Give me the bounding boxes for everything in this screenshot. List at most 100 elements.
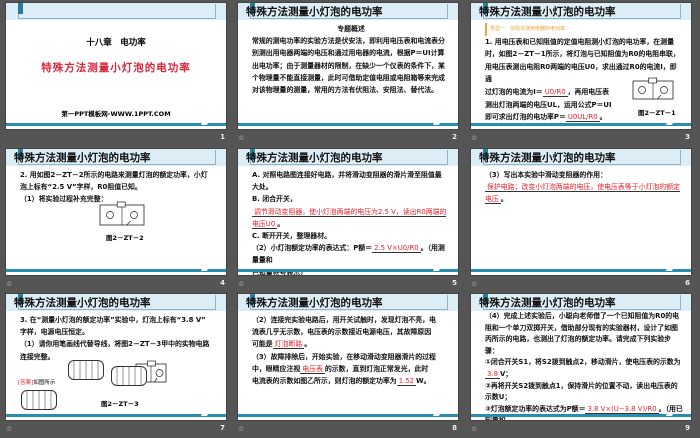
line-text: C. 断开开关，整理器材。 — [252, 232, 331, 241]
answer-text: 灯泡断路 — [272, 340, 305, 350]
line-text: 泡上标有“2.5 V”字样，R0阻值已知。 — [20, 183, 142, 192]
text-line: 流表几乎无示数，电压表的示数接近电源电压，其故障原因 — [252, 326, 450, 338]
slide-thumbnail-5[interactable]: 特殊方法测量小灯泡的电功率 A. 对照电路图连接好电路，并将滑动变阻器的滑片滑至阻… — [237, 148, 459, 276]
text-line: 电流表的示数如图乙所示，则灯泡的额定功率为 1.52 W。 — [252, 375, 450, 387]
slide-thumbnail-cell: 特殊方法测量小灯泡的电功率 （3）写出本实验中滑动变阻器的作用： 保护电路；改变小… — [467, 146, 694, 291]
line-text: 流表几乎无示数，电压表的示数接近电源电压，其故障原因 — [252, 328, 432, 337]
text-line: ②再将开关S2拨到触点1，保持滑片的位置不动，读出电压表的 — [485, 381, 683, 393]
text-line: 别测出用电器两端的电压和通过用电器的电流，根据P＝UI计算 — [252, 47, 450, 59]
slide-header-band: 特殊方法测量小灯泡的电功率 — [471, 294, 691, 311]
text-line: ③灯泡额定功率的表达式为P额＝ 3.8 V×(U−3.8 V)/R0 。（用已知量和 — [485, 404, 683, 420]
slide-number: 7 — [220, 424, 225, 432]
slide-thumbnail-9[interactable]: 特殊方法测量小灯泡的电功率 （4）完成上述实验后，小聪向老师借了一个已知阻值为R0… — [470, 293, 692, 421]
slide-title: 特殊方法测量小灯泡的电功率 — [479, 152, 616, 164]
text-line: （4）完成上述实验后，小聪向老师借了一个已知阻值为R0的电 — [485, 311, 683, 323]
line-text: 丙所示的电路，也测出了灯泡的额定功率。请完成下列实验步骤： — [485, 335, 672, 355]
slide-footer-bar — [238, 269, 458, 272]
apparatus-drawing — [68, 360, 104, 380]
answer-text: U0/R0 — [542, 87, 568, 97]
star-icon[interactable]: ☆ — [471, 134, 477, 142]
line-text: ②再将开关S2拨到触点1，保持滑片的位置不动，读出电压表的 — [485, 381, 678, 390]
line-text: （2）小灯泡额定功率的表达式：P额＝ — [252, 244, 373, 253]
text-line: （2）小灯泡额定功率的表达式：P额＝ 2.5 V×U0/R0 。（用测量量和 — [252, 242, 450, 266]
text-line: A. 对照电路图连接好电路，并将滑动变阻器的滑片滑至阻值最 — [252, 169, 450, 181]
text-line: 泡上标有“2.5 V”字样，R0阻值已知。 — [20, 181, 218, 193]
line-text: W。 — [416, 377, 431, 386]
slide-thumbnail-1[interactable]: 十八章 电功率 特殊方法测量小灯泡的电功率 第一PPT模板网-WWW.1PPT.CO… — [5, 2, 227, 130]
line-text: 别测出用电器两端的电压和通过用电器的电流，根据P＝UI计算 — [252, 49, 445, 58]
slide-number: 6 — [685, 279, 690, 287]
slide-thumbnail-8[interactable]: 特殊方法测量小灯泡的电功率 （2）连接完实验电路后，用开关试触时，发现灯泡不亮，… — [237, 293, 459, 421]
slide-body: （4）完成上述实验后，小聪向老师借了一个已知阻值为R0的电 阻和一个单刀双掷开关，… — [485, 311, 683, 420]
slide-footer-bar — [6, 123, 226, 126]
star-icon[interactable]: ☆ — [6, 425, 12, 433]
line-text: ③灯泡额定功率的表达式为P额＝ — [485, 404, 586, 413]
slide-thumbnail-7[interactable]: 特殊方法测量小灯泡的电功率 3. 在“测量小灯泡的额定功率”实验中，灯泡上标有“3… — [5, 293, 227, 421]
line-text: （2）连接完实验电路后，用开关试触时，发现灯泡不亮，电 — [252, 316, 436, 324]
slide-header-band: 特殊方法测量小灯泡的电功率 — [471, 149, 691, 166]
answer-text: 2.5 V×U0/R0 — [372, 244, 421, 254]
answer-text: 保护电路；改变小灯泡两端的电压，使电压表等于小灯泡的额定电压 — [485, 183, 680, 205]
text-line: 调节滑动变阻器，使小灯泡两端的电压为2.5 V，读出R0两端的电压U0。 — [252, 206, 450, 230]
thumbnail-footer: ☆ 5 — [234, 279, 461, 291]
star-icon[interactable]: ☆ — [471, 425, 477, 433]
line-text: ，再用电压表 — [567, 87, 609, 96]
slide-number: 2 — [452, 133, 457, 141]
line-text: 阻和一个单刀双掷开关，借助部分现有的实验器材，设计了如图 — [485, 323, 678, 332]
answer-text: 3.8 V×(U−3.8 V)/R0 — [585, 404, 659, 414]
slide-thumbnail-cell: 特殊方法测量小灯泡的电功率 类型一 伏阻法测用电器的电功率 1. 用电压表和已知阻值… — [467, 0, 694, 145]
slide-number: 5 — [452, 279, 457, 287]
answer-text: 如图所示 — [33, 380, 56, 386]
line-text: 。 — [277, 219, 285, 228]
slide-thumbnail-3[interactable]: 特殊方法测量小灯泡的电功率 类型一 伏阻法测用电器的电功率 1. 用电压表和已知阻值… — [470, 2, 692, 130]
line-text: （3）故障排除后，开始实验，在移动滑动变阻器滑片的过程 — [252, 352, 436, 361]
text-line: （2）连接完实验电路后，用开关试触时，发现灯泡不亮，电 — [252, 314, 450, 326]
slide-footer-bar — [6, 269, 226, 272]
text-line: 专题概述 — [252, 23, 450, 35]
slide-thumbnail-cell: 特殊方法测量小灯泡的电功率 A. 对照电路图连接好电路，并将滑动变阻器的滑片滑至阻… — [234, 146, 461, 291]
header-accent-mark — [18, 3, 23, 14]
figure-caption: 图2－ZT－1 — [638, 109, 676, 117]
circuit-diagram — [99, 201, 145, 226]
line-text: 连接完整。 — [20, 352, 55, 361]
line-text: 大处。 — [252, 183, 273, 192]
line-text: V； — [499, 369, 513, 378]
line-text: 电流表的示数如图乙所示，则灯泡的额定功率为 — [252, 377, 397, 386]
slide-footer-bar — [471, 123, 691, 126]
line-text: 即可求出灯泡的电功率P＝ — [485, 113, 566, 122]
thumbnail-footer: ☆ 8 — [234, 424, 461, 436]
main-title: 特殊方法测量小灯泡的电功率 — [41, 62, 191, 74]
slide-thumbnail-6[interactable]: 特殊方法测量小灯泡的电功率 （3）写出本实验中滑动变阻器的作用： 保护电路；改变小… — [470, 148, 692, 276]
line-text: 可能是 — [252, 340, 273, 349]
slide-thumbnail-cell: 特殊方法测量小灯泡的电功率 （4）完成上述实验后，小聪向老师借了一个已知阻值为R0… — [467, 291, 694, 436]
thumbnail-footer: ☆ 7 — [2, 424, 229, 436]
text-line: 对该物理量的测量，常用的方法有伏阻法、安阻法、替代法。 — [252, 84, 450, 96]
text-line: 保护电路；改变小灯泡两端的电压，使电压表等于小灯泡的额定电压。 — [485, 181, 683, 205]
slide-thumbnail-cell: 特殊方法测量小灯泡的电功率 （2）连接完实验电路后，用开关试触时，发现灯泡不亮，… — [234, 291, 461, 436]
slide-title: 特殊方法测量小灯泡的电功率 — [246, 152, 383, 164]
thumbnail-footer: ☆ 2 — [234, 133, 461, 145]
star-icon[interactable]: ☆ — [238, 425, 244, 433]
star-icon[interactable]: ☆ — [238, 280, 244, 288]
line-text: 过灯泡的电流为I＝ — [485, 87, 543, 96]
slide-thumbnail-2[interactable]: 特殊方法测量小灯泡的电功率 专题概述 常规的测电功率的实验方法是伏安法，即利用电压表… — [237, 2, 459, 130]
slide-number: 1 — [220, 133, 225, 141]
text-line: 时，如图2－ZT－1所示，将灯泡与已知阻值为R0的电阻串联， — [485, 48, 683, 61]
slide-title: 特殊方法测量小灯泡的电功率 — [246, 297, 383, 309]
figure-caption: 图2－ZT－3 — [101, 400, 139, 408]
thumbnail-footer: ☆ 3 — [467, 133, 694, 145]
text-line: ①闭合开关S1，将S2拨到触点2，移动滑片，使电压表的示数为 — [485, 357, 683, 369]
slide-thumbnail-4[interactable]: 特殊方法测量小灯泡的电功率 2. 用如图2－ZT－2所示的电路来测量灯泡的额定功率… — [5, 148, 227, 276]
star-icon[interactable]: ☆ — [6, 280, 12, 288]
apparatus-drawing — [21, 390, 57, 410]
star-icon[interactable]: ☆ — [471, 280, 477, 288]
text-line: 示数U； — [485, 392, 683, 404]
type-tag: 类型一 伏阻法测用电器的电功率 — [485, 23, 683, 36]
thumbnail-footer: ☆ 4 — [2, 279, 229, 291]
figure-caption: 图2－ZT－2 — [106, 234, 144, 242]
slide-title: 特殊方法测量小灯泡的电功率 — [14, 297, 151, 309]
star-icon[interactable]: ☆ — [238, 134, 244, 142]
line-text: 。 — [500, 195, 508, 204]
line-text: 2. 用如图2－ZT－2所示的电路来测量灯泡的额定功率，小灯 — [20, 171, 208, 179]
slide-footer-bar — [238, 123, 458, 126]
